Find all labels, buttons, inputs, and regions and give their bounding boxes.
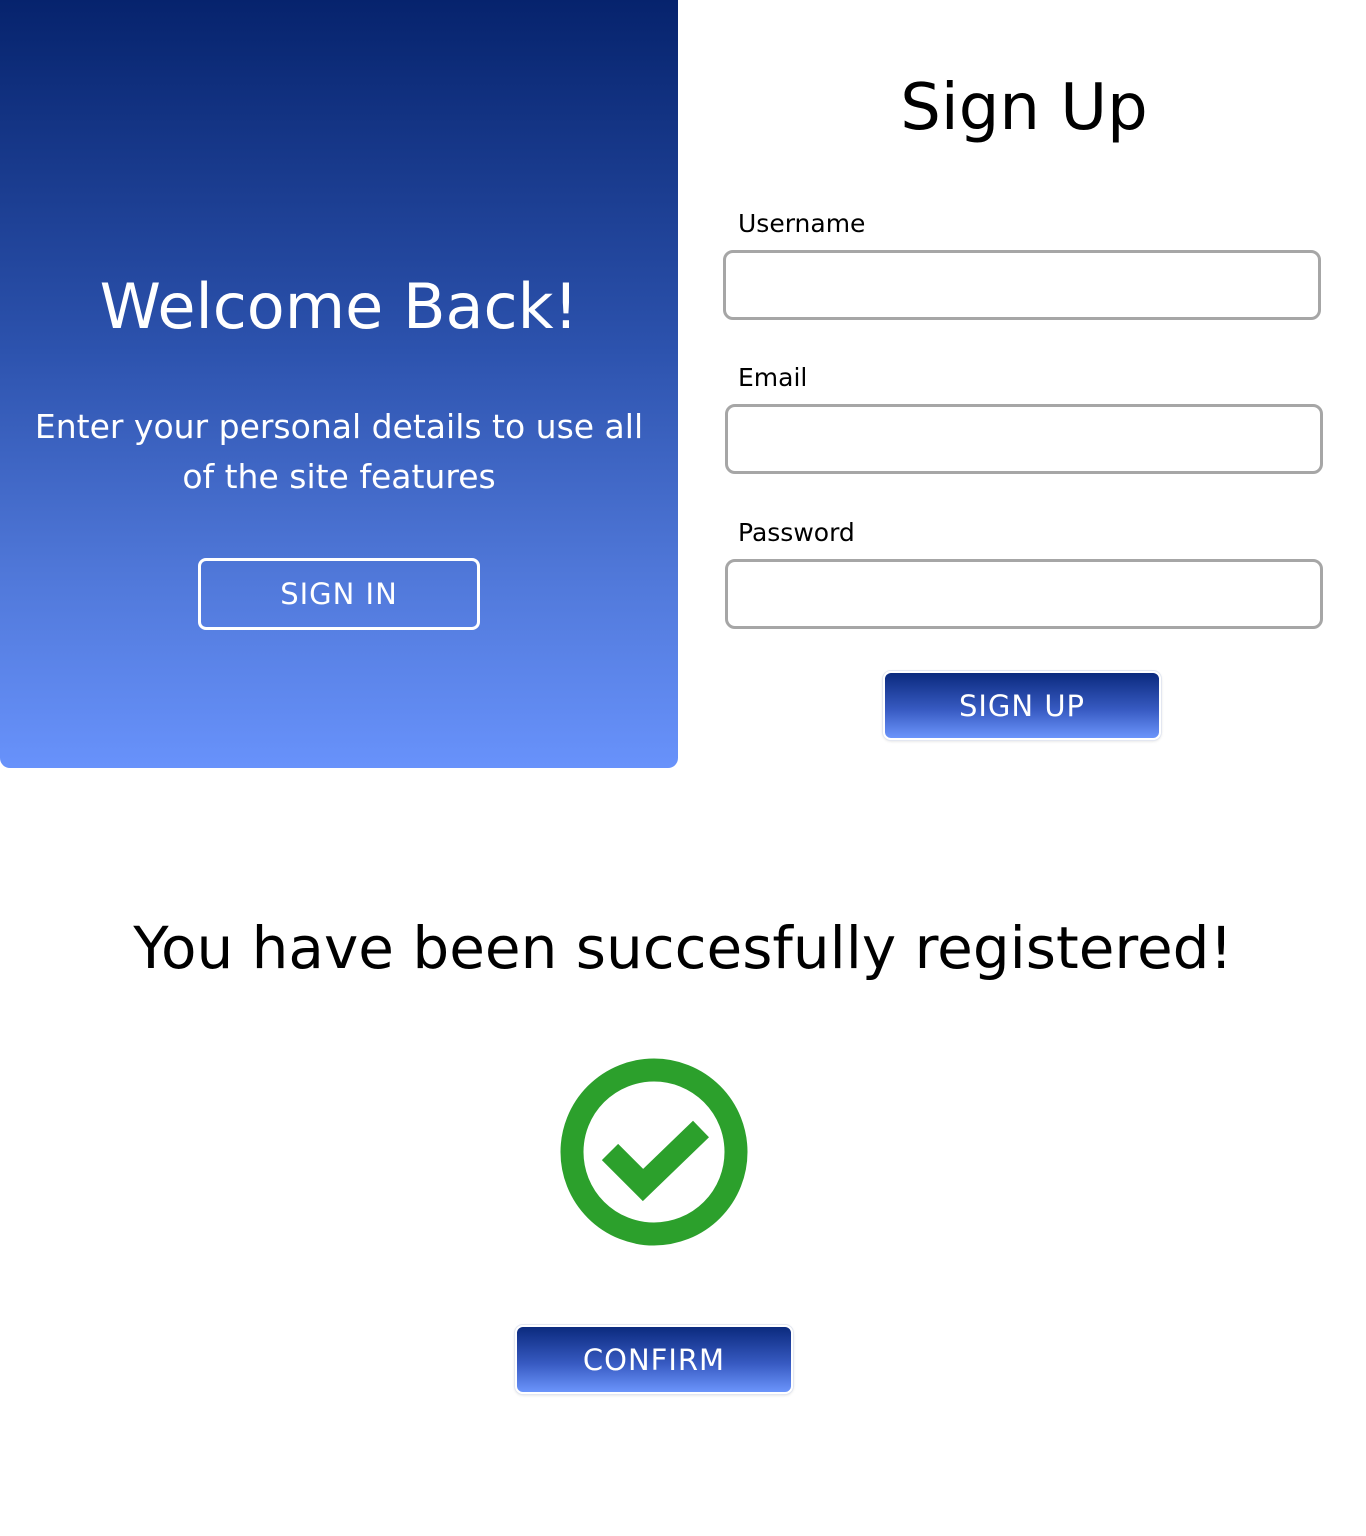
signup-title: Sign Up <box>900 71 1148 145</box>
sign-in-button[interactable]: SIGN IN <box>198 558 480 630</box>
welcome-title: Welcome Back! <box>99 270 579 343</box>
check-circle-icon <box>560 1058 748 1246</box>
password-label: Password <box>738 518 855 547</box>
email-input[interactable] <box>725 404 1323 474</box>
page: Welcome Back! Enter your personal detail… <box>0 0 1366 1536</box>
username-label: Username <box>738 209 866 238</box>
welcome-panel: Welcome Back! Enter your personal detail… <box>0 0 678 768</box>
confirm-button[interactable]: CONFIRM <box>515 1325 793 1394</box>
username-input[interactable] <box>723 250 1321 320</box>
password-input[interactable] <box>725 559 1323 629</box>
sign-up-button[interactable]: SIGN UP <box>883 671 1161 740</box>
success-message: You have been succesfully registered! <box>133 914 1233 982</box>
welcome-subtitle: Enter your personal details to use all o… <box>34 407 644 496</box>
email-label: Email <box>738 363 808 392</box>
